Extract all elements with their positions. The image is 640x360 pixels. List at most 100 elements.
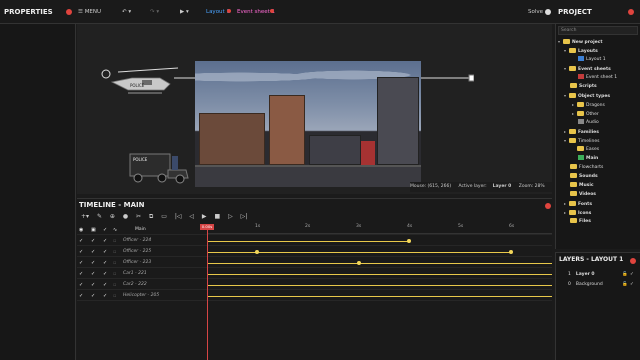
visible-check-icon[interactable]: ✓	[630, 280, 634, 289]
ruler-tick: 1s	[255, 224, 261, 229]
check-icon[interactable]: ✓	[103, 227, 109, 233]
helicopter-sprite[interactable]: POLICE	[98, 64, 180, 96]
eye-icon[interactable]: ◉	[79, 227, 85, 233]
curve-icon[interactable]: ∿	[113, 227, 119, 233]
close-layers-icon[interactable]	[630, 258, 636, 264]
lock-icon[interactable]: ▣	[91, 227, 97, 233]
tree-item-object-types[interactable]: ▾ Object types	[564, 91, 610, 100]
tree-item-flowcharts[interactable]: Flowcharts	[570, 163, 603, 172]
tree-item-dragons[interactable]: ▸ Dragons	[572, 100, 605, 109]
menu-button[interactable]: ☰ MENU	[78, 0, 101, 24]
play-icon[interactable]: ▶	[202, 213, 207, 220]
timeline-track-row[interactable]: ✓ ✓ ✓ ▫ Car2 - 222	[77, 280, 552, 290]
ruler-tick: 6s	[509, 224, 515, 229]
folder-icon	[569, 138, 576, 143]
folder-icon	[570, 83, 577, 88]
timeline-track-row[interactable]: ✓ ✓ ✓ ▫ Officer - 225	[77, 247, 552, 257]
layer-row[interactable]: 0 Background 🔓 ✓	[568, 280, 638, 289]
stop-icon[interactable]: ■	[214, 213, 220, 220]
timeline-icon	[578, 155, 584, 160]
redo-icon[interactable]: ↷ ▾	[150, 0, 159, 24]
police-car-sprite[interactable]: POLICE	[128, 150, 190, 184]
tree-item-layouts[interactable]: ▾ Layouts	[564, 46, 598, 55]
folder-icon	[569, 210, 576, 215]
time-ruler[interactable]: 1s 2s 3s 4s 5s 6s	[207, 224, 552, 234]
layout-icon	[578, 56, 584, 61]
properties-title: PROPERTIES	[4, 8, 53, 16]
tree-item-families[interactable]: ▸ Families	[564, 127, 599, 136]
keyframe[interactable]	[407, 239, 411, 243]
folder-icon	[569, 201, 576, 206]
close-tab-icon[interactable]	[270, 9, 274, 13]
add-icon[interactable]: +▾	[81, 213, 89, 220]
tree-item-files[interactable]: Files	[570, 217, 591, 226]
tree-item-audio[interactable]: Audio	[578, 118, 599, 127]
track-name: Officer - 223	[123, 260, 152, 265]
folder-icon	[577, 102, 584, 107]
tree-item-other[interactable]: ▸ Other	[572, 109, 599, 118]
shop-row	[309, 135, 361, 165]
timeline-track-row[interactable]: ✓ ✓ ✓ ▫ Car1 - 221	[77, 269, 552, 279]
playhead[interactable]	[207, 224, 208, 360]
ruler-tick: 2s	[305, 224, 311, 229]
top-bar: PROPERTIES ☰ MENU ↶ ▾ ↷ ▾ ▶ ▾ Layout 1 E…	[0, 0, 640, 24]
tree-item-fonts[interactable]: ▸ Fonts	[564, 199, 592, 208]
folder-icon	[569, 48, 576, 53]
timeline-track-row[interactable]: ✓ ✓ ✓ ▫ Helicopter - 205	[77, 291, 552, 301]
tree-item-sounds[interactable]: Sounds	[570, 172, 598, 181]
tree-item-layout-1[interactable]: Layout 1	[578, 55, 606, 64]
folder-icon	[563, 39, 570, 44]
tree-item-event-sheet-1[interactable]: Event sheet 1	[578, 73, 617, 82]
layer-row[interactable]: 1 Layer 0 🔓 ✓	[568, 270, 638, 279]
close-timeline-icon[interactable]	[545, 203, 551, 209]
layer-name: Background	[575, 282, 603, 287]
close-tab-icon[interactable]	[227, 9, 231, 13]
lock-icon[interactable]: 🔓	[622, 270, 628, 279]
timeline-track-row[interactable]: ✓ ✓ ✓ ▫ Officer - 223	[77, 258, 552, 268]
building-left	[199, 113, 265, 165]
city-background[interactable]	[195, 61, 421, 187]
first-frame-icon[interactable]: |◁	[175, 213, 182, 220]
record-icon[interactable]: ●	[123, 213, 128, 220]
paste-icon[interactable]: ▭	[161, 213, 167, 220]
keyframe[interactable]	[509, 250, 513, 254]
layers-panel: LAYERS - LAYOUT 1 1 Layer 0 🔓 ✓ 0 Backgroun…	[555, 252, 640, 360]
layer-name: Layer 0	[575, 272, 595, 277]
copy-icon[interactable]: ⧉	[149, 213, 153, 220]
timeline-track-row[interactable]: ✓ ✓ ✓ ▫ Officer - 224	[77, 236, 552, 246]
add-keyframe-icon[interactable]: ⊕	[110, 213, 115, 220]
tree-item-music[interactable]: Music	[570, 181, 594, 190]
tree-item-timelines[interactable]: ▾ Timelines	[564, 136, 599, 145]
tree-item-new-project[interactable]: ▾ New project	[558, 37, 603, 46]
ruler-tick: 4s	[407, 224, 413, 229]
play-icon[interactable]: ▶ ▾	[180, 0, 189, 24]
properties-panel	[0, 24, 76, 360]
close-project-icon[interactable]	[628, 9, 634, 15]
undo-icon[interactable]: ↶ ▾	[122, 0, 131, 24]
prev-frame-icon[interactable]: ◁	[189, 213, 194, 220]
project-panel: Search ▾ New project ▾ Layouts Layout 1 ▾ E…	[555, 24, 640, 249]
scissors-icon[interactable]: ✂	[136, 213, 141, 220]
lock-icon[interactable]: 🔓	[622, 280, 628, 289]
keyframe[interactable]	[357, 261, 361, 265]
tree-item-main[interactable]: Main	[578, 154, 598, 163]
track-bar	[207, 296, 552, 297]
visible-check-icon[interactable]: ✓	[630, 270, 634, 279]
last-frame-icon[interactable]: ▷|	[241, 213, 248, 220]
next-frame-icon[interactable]: ▷	[228, 213, 233, 220]
tree-item-eases[interactable]: Eases	[572, 145, 599, 154]
menu-label: MENU	[84, 9, 102, 15]
tree-item-scripts[interactable]: Scripts	[570, 82, 597, 91]
tree-item-icons[interactable]: ▸ Icons	[564, 208, 591, 217]
pencil-icon[interactable]: ✎	[97, 213, 102, 220]
tree-item-event-sheets[interactable]: ▾ Event sheets	[564, 64, 611, 73]
user-avatar[interactable]	[545, 9, 551, 15]
layer-index: 1	[568, 272, 571, 277]
track-name: Helicopter - 205	[123, 293, 160, 298]
phone-booth	[361, 141, 375, 165]
search-input[interactable]: Search	[558, 26, 638, 35]
track-name: Officer - 225	[123, 249, 152, 254]
close-properties-icon[interactable]	[66, 9, 72, 15]
keyframe[interactable]	[255, 250, 259, 254]
tree-item-videos[interactable]: Videos	[570, 190, 596, 199]
